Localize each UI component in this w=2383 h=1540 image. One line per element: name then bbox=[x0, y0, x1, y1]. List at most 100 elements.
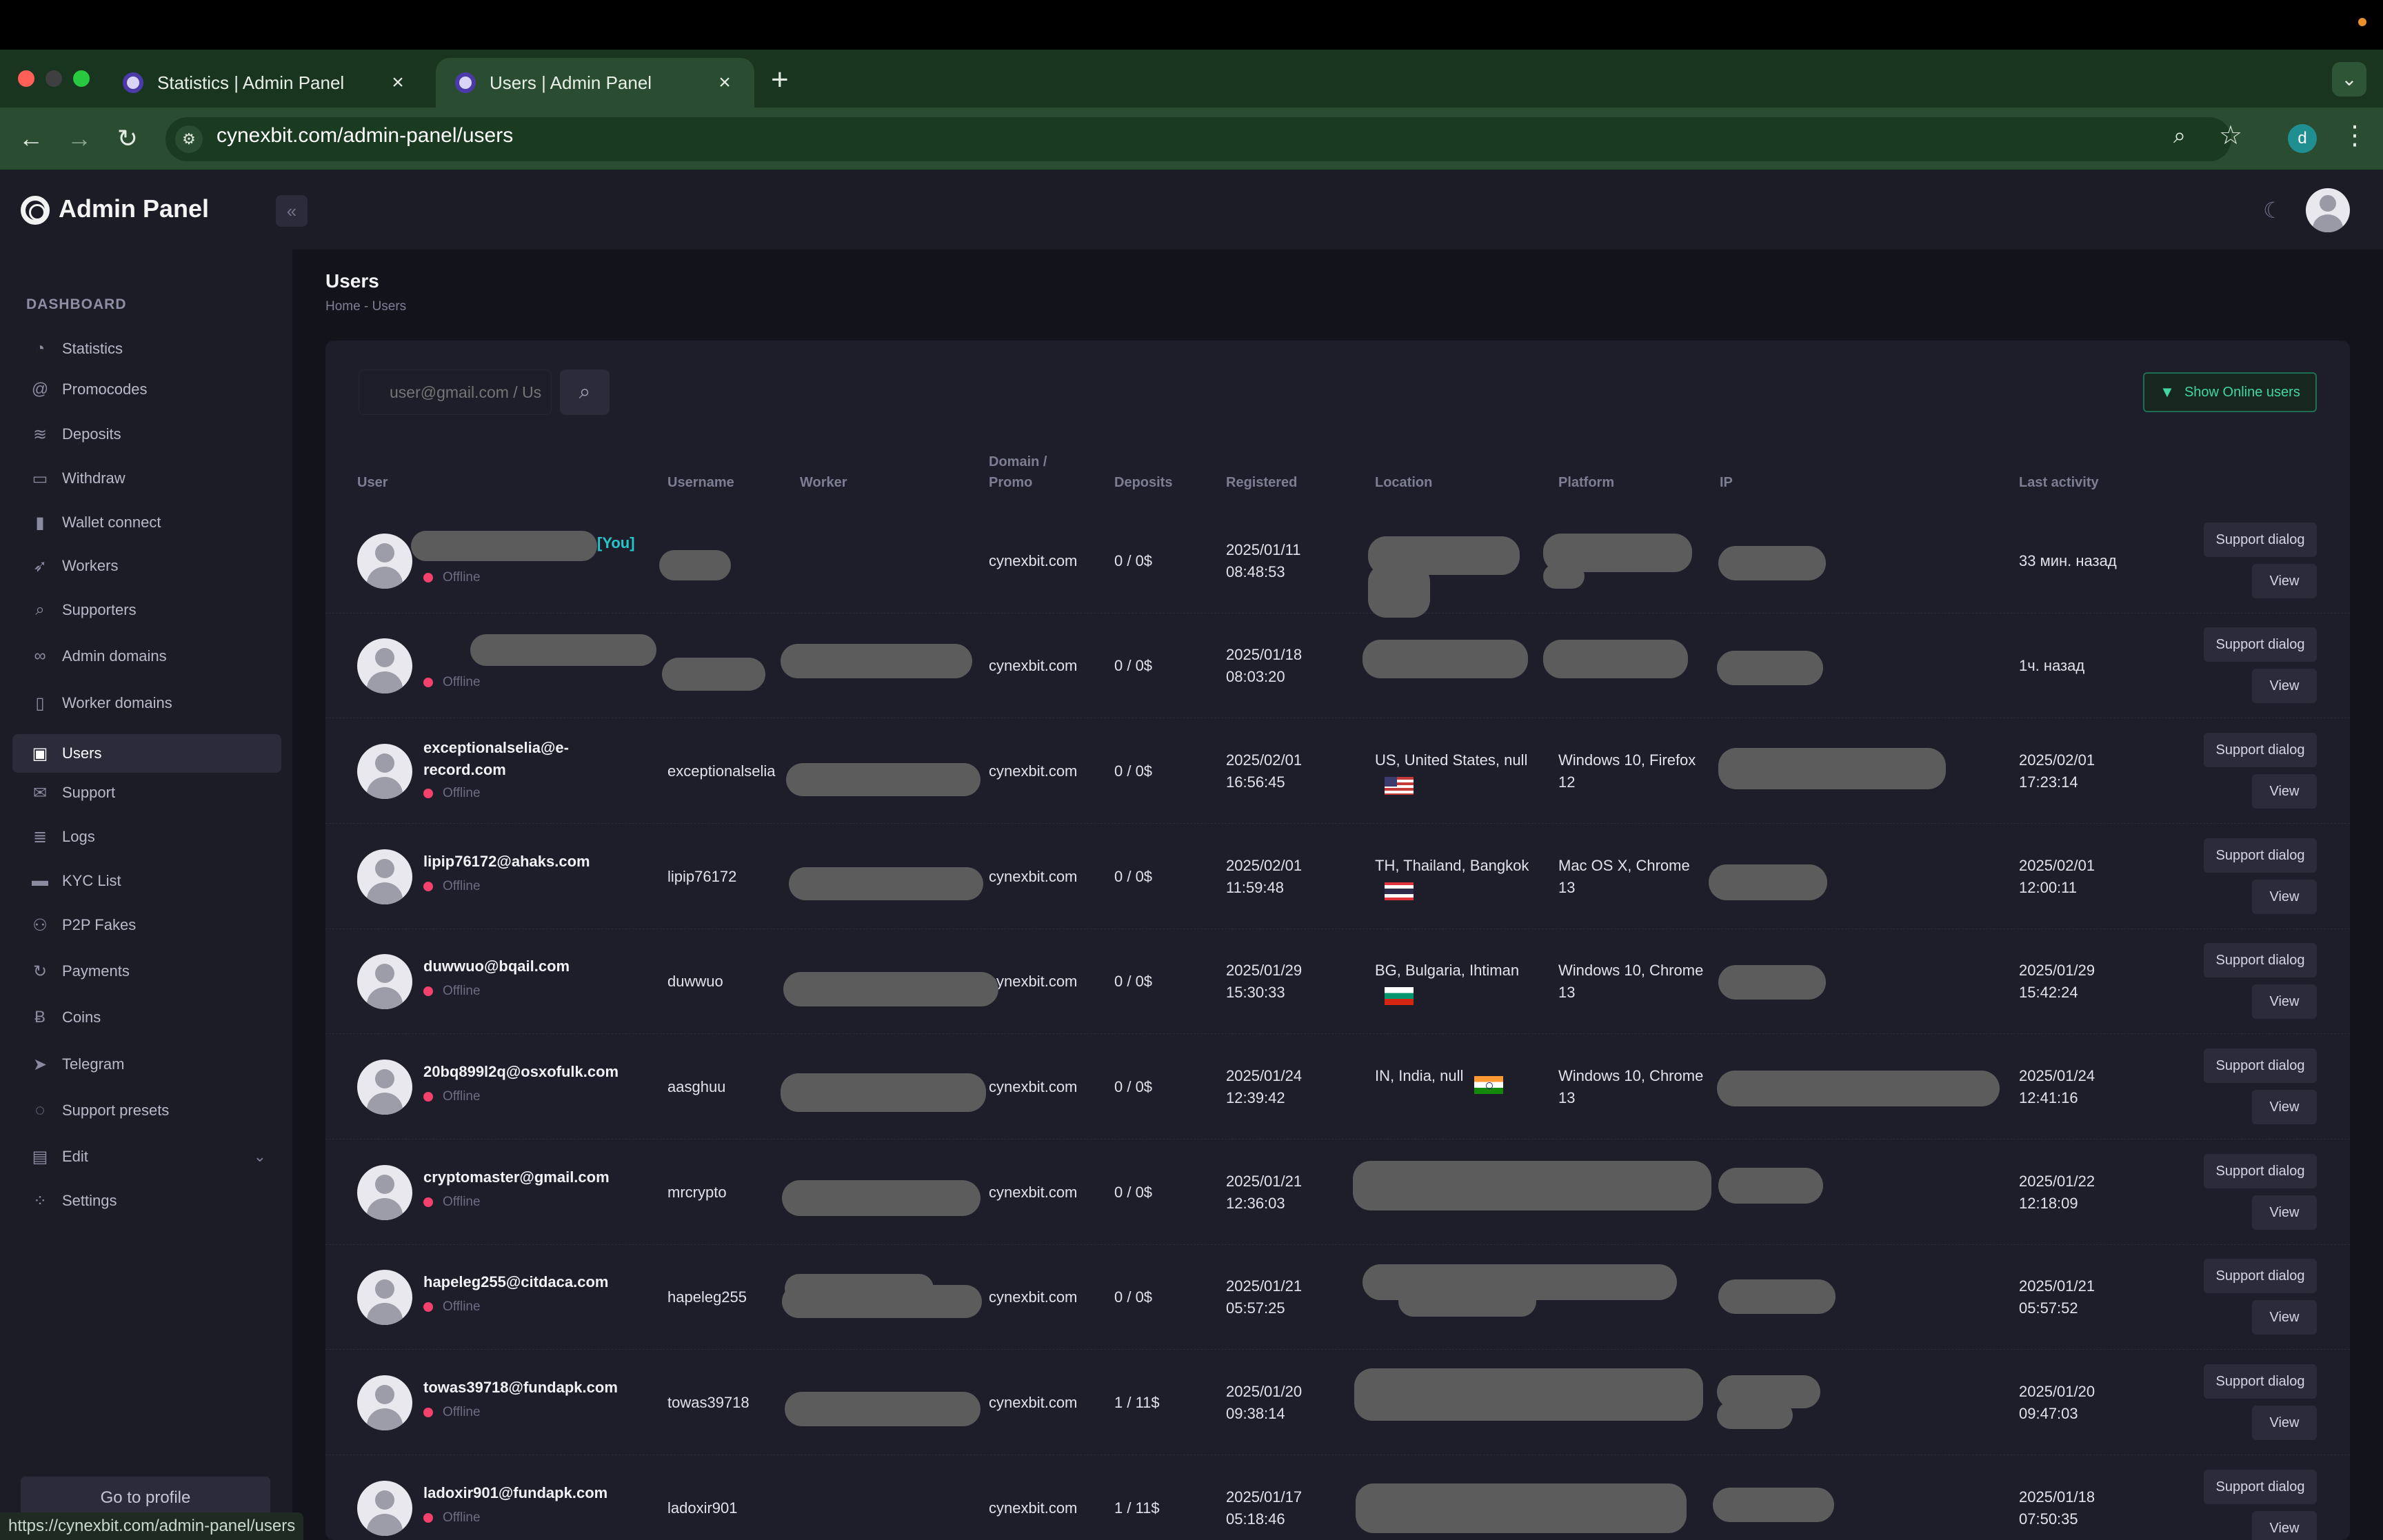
support-dialog-button[interactable]: Support dialog bbox=[2204, 838, 2317, 873]
user-avatar[interactable] bbox=[357, 1165, 412, 1220]
view-button[interactable]: View bbox=[2252, 669, 2317, 703]
sidebar-collapse-button[interactable]: « bbox=[276, 195, 308, 227]
sidebar-item-admin-domains[interactable]: ∞ Admin domains bbox=[12, 637, 281, 676]
username-cell: mrcrypto bbox=[667, 1184, 727, 1201]
sidebar-item-workers[interactable]: ➶ Workers bbox=[12, 547, 281, 585]
user-avatar[interactable] bbox=[357, 1481, 412, 1536]
sidebar-item-settings[interactable]: ⁘ Settings bbox=[12, 1182, 281, 1220]
sidebar-item-edit[interactable]: ▤ Edit ⌄ bbox=[12, 1137, 281, 1176]
breadcrumb: Home - Users bbox=[325, 299, 407, 314]
view-button[interactable]: View bbox=[2252, 564, 2317, 598]
user-avatar[interactable] bbox=[357, 1060, 412, 1115]
user-avatar[interactable] bbox=[357, 638, 412, 693]
user-search-input[interactable] bbox=[359, 369, 552, 415]
sidebar-item-worker-domains[interactable]: ▯ Worker domains bbox=[12, 684, 281, 722]
id-card-icon: ▬ bbox=[32, 871, 48, 890]
user-email[interactable]: ladoxir901@fundapk.com bbox=[423, 1482, 610, 1504]
user-avatar[interactable] bbox=[2306, 188, 2350, 232]
support-dialog-button[interactable]: Support dialog bbox=[2204, 627, 2317, 662]
view-button[interactable]: View bbox=[2252, 1090, 2317, 1124]
tab-close-icon[interactable]: × bbox=[714, 71, 735, 94]
status-offline: Offline bbox=[423, 1299, 481, 1315]
user-email[interactable]: towas39718@fundapk.com bbox=[423, 1377, 618, 1399]
site-settings-icon[interactable]: ⚙ bbox=[175, 125, 203, 153]
window-minimize-icon[interactable] bbox=[46, 70, 62, 87]
view-button[interactable]: View bbox=[2252, 1406, 2317, 1440]
support-dialog-button[interactable]: Support dialog bbox=[2204, 1048, 2317, 1083]
user-email[interactable]: exceptionalselia@e-record.com bbox=[423, 737, 610, 781]
location-cell: IN, India, null bbox=[1375, 1067, 1464, 1084]
sidebar-item-wallet-connect[interactable]: ▮ Wallet connect bbox=[12, 503, 281, 542]
user-avatar[interactable] bbox=[357, 1375, 412, 1430]
forward-arrow-icon[interactable]: → bbox=[62, 121, 97, 156]
browser-profile-avatar[interactable]: d bbox=[2288, 124, 2317, 153]
sidebar-item-logs[interactable]: ≣ Logs bbox=[12, 818, 281, 856]
sidebar-item-p2p-fakes[interactable]: ⚇ P2P Fakes bbox=[12, 906, 281, 944]
sidebar-item-support[interactable]: ✉ Support bbox=[12, 773, 281, 812]
sidebar-item-telegram[interactable]: ➤ Telegram bbox=[12, 1045, 281, 1084]
bank-card-icon: ▭ bbox=[32, 469, 48, 488]
view-button[interactable]: View bbox=[2252, 880, 2317, 914]
os-menu-bar bbox=[0, 0, 2383, 50]
user-email[interactable]: hapeleg255@citdaca.com bbox=[423, 1271, 610, 1293]
sidebar-item-payments[interactable]: ↻ Payments bbox=[12, 952, 281, 991]
sidebar-item-coins[interactable]: Ƀ Coins bbox=[12, 998, 281, 1037]
sidebar-item-withdraw[interactable]: ▭ Withdraw bbox=[12, 459, 281, 498]
new-tab-plus-icon[interactable]: + bbox=[771, 62, 789, 98]
redacted-block bbox=[1717, 651, 1823, 685]
user-avatar[interactable] bbox=[357, 1270, 412, 1325]
sidebar-item-support-presets[interactable]: ◌ Support presets bbox=[12, 1091, 281, 1130]
user-avatar[interactable] bbox=[357, 534, 412, 589]
location-cell: BG, Bulgaria, Ihtiman bbox=[1375, 962, 1520, 979]
search-button[interactable]: ⌕ bbox=[560, 369, 610, 415]
support-dialog-button[interactable]: Support dialog bbox=[2204, 1364, 2317, 1399]
back-arrow-icon[interactable]: ← bbox=[14, 121, 48, 156]
sidebar-item-statistics[interactable]: ◔ Statistics bbox=[12, 330, 281, 368]
browser-tab-statistics[interactable]: Statistics | Admin Panel × bbox=[103, 58, 428, 108]
user-avatar[interactable] bbox=[357, 744, 412, 799]
theme-moon-icon[interactable]: ☾ bbox=[2263, 197, 2283, 223]
redacted-block bbox=[1718, 546, 1826, 580]
deposits-cell: 0 / 0$ bbox=[1114, 657, 1153, 674]
browser-menu-kebab-icon[interactable]: ⋮ bbox=[2342, 120, 2368, 151]
support-dialog-button[interactable]: Support dialog bbox=[2204, 523, 2317, 557]
bookmark-star-icon[interactable]: ☆ bbox=[2219, 120, 2242, 151]
deposits-cell: 0 / 0$ bbox=[1114, 868, 1153, 885]
window-close-icon[interactable] bbox=[18, 70, 34, 87]
view-button[interactable]: View bbox=[2252, 774, 2317, 809]
sidebar-item-supporters[interactable]: ⌕ Supporters bbox=[12, 591, 281, 629]
show-online-users-button[interactable]: ▼ Show Online users bbox=[2143, 372, 2317, 412]
view-button[interactable]: View bbox=[2252, 984, 2317, 1019]
window-zoom-icon[interactable] bbox=[73, 70, 90, 87]
user-email[interactable]: lipip76172@ahaks.com bbox=[423, 851, 610, 873]
support-dialog-button[interactable]: Support dialog bbox=[2204, 1154, 2317, 1188]
browser-tab-users[interactable]: Users | Admin Panel × bbox=[436, 58, 754, 108]
registered-date: 2025/01/17 bbox=[1226, 1488, 1303, 1506]
view-button[interactable]: View bbox=[2252, 1195, 2317, 1230]
view-button[interactable]: View bbox=[2252, 1300, 2317, 1335]
last-activity-date: 2025/01/22 bbox=[2019, 1173, 2095, 1190]
sidebar-item-deposits[interactable]: ≋ Deposits bbox=[12, 415, 281, 454]
user-email[interactable]: cryptomaster@gmail.com bbox=[423, 1166, 610, 1188]
sidebar-item-users[interactable]: ▣ Users bbox=[12, 734, 281, 773]
sidebar-item-kyc-list[interactable]: ▬ KYC List bbox=[12, 862, 281, 900]
user-email[interactable]: duwwuo@bqail.com bbox=[423, 955, 610, 977]
sidebar-item-promocodes[interactable]: @ Promocodes bbox=[12, 370, 281, 409]
url-text[interactable]: cynexbit.com/admin-panel/users bbox=[217, 124, 513, 148]
country-flag-th-icon bbox=[1385, 882, 1414, 900]
table-row: duwwuo@bqail.com Offline duwwuo cynexbit.co… bbox=[325, 929, 2350, 1034]
tab-search-chevron-icon[interactable]: ⌄ bbox=[2332, 62, 2366, 97]
user-avatar[interactable] bbox=[357, 954, 412, 1009]
zoom-magnifier-icon[interactable]: ⌕ bbox=[2173, 123, 2186, 149]
support-dialog-button[interactable]: Support dialog bbox=[2204, 1470, 2317, 1504]
tab-close-icon[interactable]: × bbox=[388, 71, 408, 94]
support-dialog-button[interactable]: Support dialog bbox=[2204, 1259, 2317, 1293]
user-email[interactable]: 20bq899l2q@osxofulk.com bbox=[423, 1061, 619, 1083]
domain-cell: cynexbit.com bbox=[989, 1288, 1078, 1306]
user-avatar[interactable] bbox=[357, 849, 412, 904]
col-header-deposits: Deposits bbox=[1114, 475, 1173, 490]
reload-icon[interactable]: ↻ bbox=[110, 121, 145, 156]
support-dialog-button[interactable]: Support dialog bbox=[2204, 943, 2317, 977]
view-button[interactable]: View bbox=[2252, 1511, 2317, 1540]
support-dialog-button[interactable]: Support dialog bbox=[2204, 733, 2317, 767]
